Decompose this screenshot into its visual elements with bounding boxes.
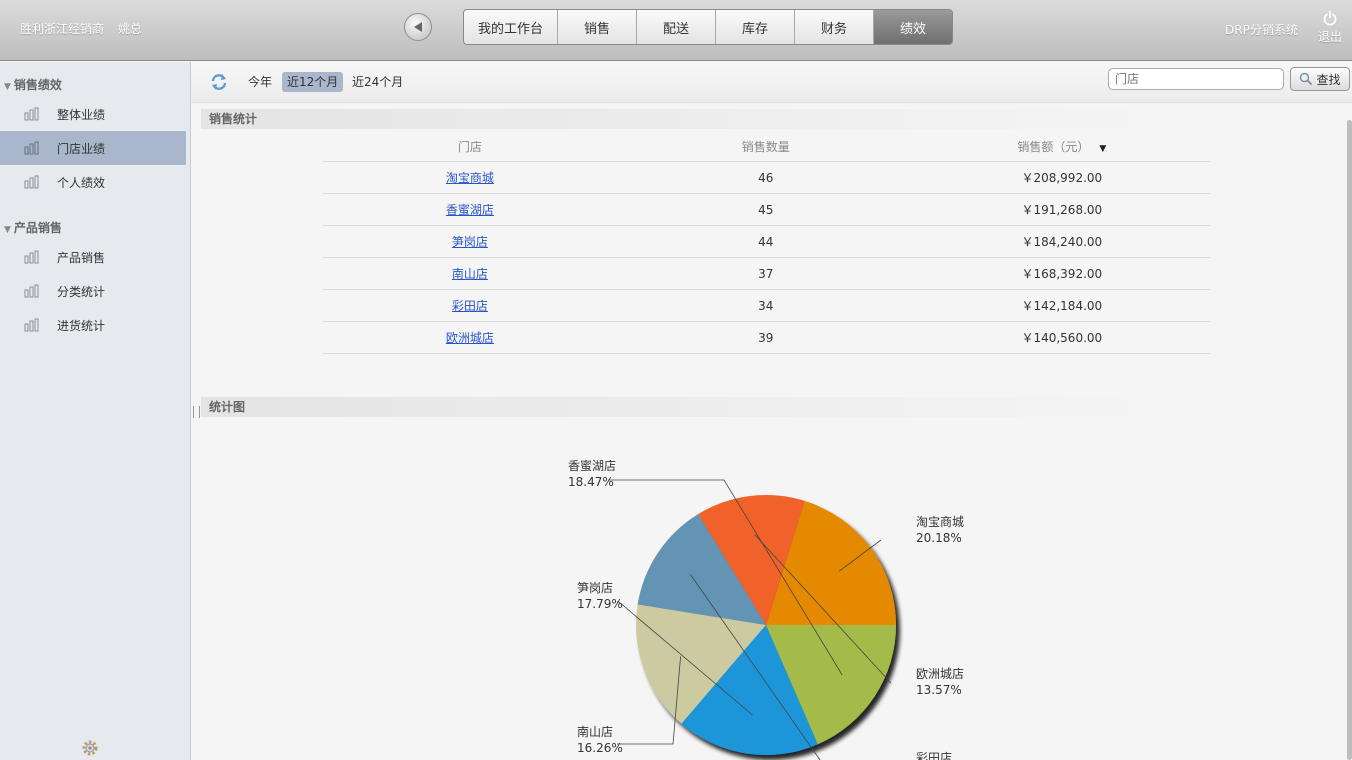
back-arrow-icon [414,22,422,32]
sidebar-item-label: 个人绩效 [57,175,106,190]
logout-button[interactable]: 退出 [1316,10,1344,45]
pie-slice-label: 南山店 [577,724,613,739]
user-name: 姚总 [117,22,142,36]
top-bar: 胜利浙江经销商 姚总 我的工作台 销售 配送 库存 财务 绩效 DRP分销系统 … [0,0,1352,61]
bar-chart-icon [24,284,39,298]
pie-slice-label: 笋岗店 [577,580,613,595]
sidebar-item-label: 分类统计 [57,284,106,299]
tab-workbench[interactable]: 我的工作台 [464,10,558,44]
collapse-triangle-icon: ▼ [4,225,11,235]
system-name: DRP分销系统 [1225,23,1298,37]
tab-sales[interactable]: 销售 [558,10,637,44]
pie-slice-label: 淘宝商城 [916,514,964,529]
pie-slice-label: 欧洲城店 [916,667,964,681]
tab-delivery[interactable]: 配送 [637,10,716,44]
sidebar-item-label: 门店业绩 [57,141,106,156]
sidebar-item-label: 产品销售 [57,250,106,265]
tab-finance[interactable]: 财务 [795,10,874,44]
pie-slice-percent: 17.79% [577,597,623,611]
sidebar-item-purchase-stats[interactable]: 进货统计 [0,308,186,342]
pie-slice-percent: 20.18% [916,531,962,545]
main-tabs: 我的工作台 销售 配送 库存 财务 绩效 [463,9,953,45]
pie-slice-percent: 18.47% [568,475,614,489]
bar-chart-icon [24,175,39,189]
sidebar-group-product-sales[interactable]: ▼ 产品销售 [4,219,62,236]
sidebar-item-product-sales[interactable]: 产品销售 [0,240,186,274]
pie-slice-label: 香蜜湖店 [568,458,616,473]
sidebar-item-personal-performance[interactable]: 个人绩效 [0,165,186,199]
sidebar-item-label: 进货统计 [57,318,106,333]
sidebar-item-overall-performance[interactable]: 整体业绩 [0,97,186,131]
bar-chart-icon [24,318,39,332]
vertical-scrollbar[interactable] [1347,120,1352,760]
org-info: 胜利浙江经销商 姚总 [20,20,142,37]
org-name: 胜利浙江经销商 [20,22,105,36]
sidebar-item-label: 整体业绩 [57,107,106,122]
bar-chart-icon [24,250,39,264]
sidebar: ▼ 销售绩效 整体业绩 门店业绩 个人绩效 ▼ 产品销售 产品销售 分类统计 进货统… [0,62,191,760]
tab-inventory[interactable]: 库存 [716,10,795,44]
sidebar-group-sales-performance[interactable]: ▼ 销售绩效 [4,76,62,93]
gear-icon[interactable] [80,738,100,758]
power-icon [1323,10,1337,26]
bar-chart-icon [24,107,39,121]
sidebar-item-store-performance[interactable]: 门店业绩 [0,131,186,165]
pie-slice-percent: 13.57% [916,683,962,697]
tab-performance[interactable]: 绩效 [874,10,952,44]
sidebar-item-category-stats[interactable]: 分类统计 [0,274,186,308]
collapse-triangle-icon: ▼ [4,82,11,92]
back-button[interactable] [404,13,432,41]
pie-slice-percent: 16.26% [577,741,623,755]
pie-chart: 淘宝商城20.18%欧洲城店13.57%彩田店13.73%南山店16.26%笋岗… [568,458,964,760]
pie-slice-label: 彩田店 [916,751,952,760]
bar-chart-icon [24,141,39,155]
main-content: 今年 近12个月 近24个月 查找 销售统计 门店 销售数量 销售额（元）▼ 淘… [191,62,1352,760]
logout-label: 退出 [1317,30,1342,44]
